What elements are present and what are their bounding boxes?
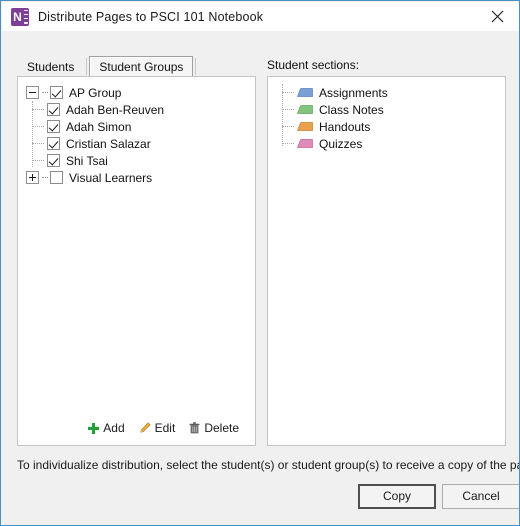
distribute-pages-dialog: N Distribute Pages to PSCI 101 Notebook … [0,0,520,526]
cancel-button[interactable]: Cancel [442,484,519,509]
tree-dash [282,126,294,127]
add-group-button[interactable]: Add [88,421,125,435]
checkbox-shi-tsai[interactable] [47,154,60,167]
tab-separator [86,58,88,75]
distribution-hint: To individualize distribution, select th… [17,458,520,472]
tree-dash [42,91,48,94]
section-item-class-notes[interactable]: Class Notes [268,101,505,118]
tab-strip: Students Student Groups [17,55,198,77]
tree-node-adah-simon[interactable]: Adah Simon [18,118,255,135]
section-tab-icon [297,88,313,97]
title-bar: N Distribute Pages to PSCI 101 Notebook [2,2,519,31]
section-item-handouts[interactable]: Handouts [268,118,505,135]
collapse-minus-icon[interactable] [26,86,39,99]
student-groups-tree[interactable]: AP Group Adah Ben-Reuven Adah Simon Cris… [18,77,255,445]
section-tab-icon [297,105,313,114]
tree-node-ap-group[interactable]: AP Group [18,84,255,101]
checkbox-ap-group[interactable] [50,86,63,99]
edit-group-label: Edit [154,421,176,435]
tab-students[interactable]: Students [17,56,84,77]
tree-node-label: Adah Simon [66,119,132,134]
copy-button[interactable]: Copy [358,484,436,509]
add-group-label: Add [103,421,125,435]
checkbox-cristian-salazar[interactable] [47,137,60,150]
section-tab-icon [297,122,313,131]
section-item-label: Handouts [319,119,371,134]
student-groups-panel: AP Group Adah Ben-Reuven Adah Simon Cris… [17,76,256,446]
tree-node-cristian-salazar[interactable]: Cristian Salazar [18,135,255,152]
tree-dash [282,92,294,93]
section-item-label: Assignments [319,85,388,100]
tree-dash [42,176,48,179]
section-item-label: Quizzes [319,136,363,151]
tree-node-label: Cristian Salazar [66,136,151,151]
window-title: Distribute Pages to PSCI 101 Notebook [38,9,264,24]
tree-dash [282,109,294,110]
plus-icon [88,422,100,434]
checkbox-adah-ben-reuven[interactable] [47,103,60,116]
checkbox-visual-learners[interactable] [50,171,63,184]
tree-dash [32,160,44,161]
tree-node-visual-learners[interactable]: Visual Learners [18,169,255,186]
onenote-icon-letter: N [13,9,22,24]
tree-node-label: Visual Learners [69,170,153,185]
section-tab-icon [297,139,313,148]
pencil-icon [140,422,151,433]
expand-plus-icon[interactable] [26,171,39,184]
tree-node-label: AP Group [69,85,122,100]
onenote-icon: N [11,7,29,26]
tree-dash [32,126,44,127]
tree-dash [282,143,294,144]
section-item-label: Class Notes [319,102,384,117]
tab-student-groups[interactable]: Student Groups [89,56,194,77]
tree-node-shi-tsai[interactable]: Shi Tsai [18,152,255,169]
student-sections-tree[interactable]: Assignments Class Notes Handouts Quizzes [268,77,505,445]
student-sections-label: Student sections: [267,58,360,72]
section-item-assignments[interactable]: Assignments [268,84,505,101]
delete-group-button[interactable]: Delete [189,421,239,435]
tree-node-adah-ben-reuven[interactable]: Adah Ben-Reuven [18,101,255,118]
tab-separator [195,58,197,75]
tree-dash [32,143,44,144]
trash-icon [189,422,200,434]
delete-group-label: Delete [204,421,239,435]
tree-node-label: Shi Tsai [66,153,108,168]
tree-dash [32,109,44,110]
tree-node-label: Adah Ben-Reuven [66,102,165,117]
section-item-quizzes[interactable]: Quizzes [268,135,505,152]
student-sections-panel: Assignments Class Notes Handouts Quizzes [267,76,506,446]
close-icon [491,10,504,23]
group-actions-toolbar: Add Edit Delete [18,421,247,435]
close-button[interactable] [475,2,519,31]
edit-group-button[interactable]: Edit [139,421,176,435]
checkbox-adah-simon[interactable] [47,120,60,133]
